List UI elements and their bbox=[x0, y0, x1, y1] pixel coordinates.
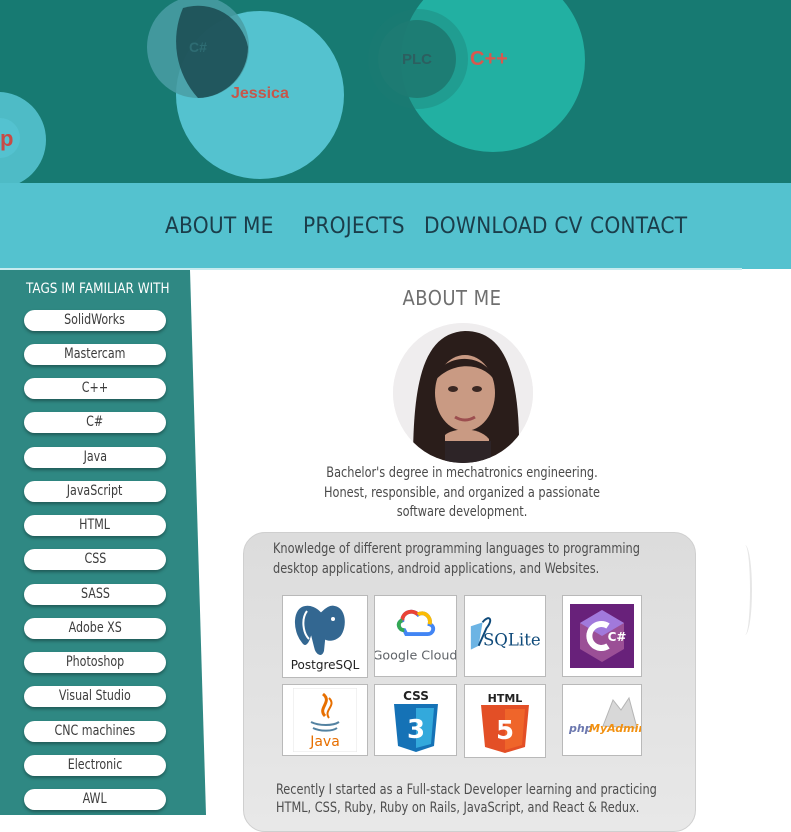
about-title: ABOUT ME bbox=[402, 286, 502, 310]
tag-mastercam[interactable]: Mastercam bbox=[24, 344, 166, 365]
hero-word-jessica: Jessica bbox=[231, 85, 289, 102]
tag-label: Electronic bbox=[67, 757, 123, 773]
tag-cnc-machines[interactable]: CNC machines bbox=[24, 721, 166, 742]
skills-card-footer: Recently I started as a Full-stack Devel… bbox=[276, 781, 696, 817]
html5-logo-number: 5 bbox=[496, 716, 514, 746]
hero-bubbles bbox=[0, 0, 585, 183]
tag-electronic[interactable]: Electronic bbox=[24, 755, 166, 776]
bio-line: Bachelor's degree in mechatronics engine… bbox=[326, 465, 598, 481]
bio-text: Bachelor's degree in mechatronics engine… bbox=[302, 464, 622, 523]
csharp-logo: C# bbox=[562, 595, 642, 677]
skills-card-text: Knowledge of different programming langu… bbox=[273, 539, 673, 579]
tag-label: AWL bbox=[82, 791, 108, 807]
tag-label: SolidWorks bbox=[64, 312, 126, 328]
hero-word-plc: PLC bbox=[402, 51, 432, 68]
postgresql-logo: PostgreSQL bbox=[282, 595, 368, 678]
tag-label: CNC machines bbox=[54, 723, 136, 739]
sqlite-logo-text: SQLite bbox=[483, 631, 541, 650]
java-logo-text: Java bbox=[309, 734, 340, 750]
nav-contact[interactable]: CONTACT bbox=[590, 212, 687, 242]
tag-label: Photoshop bbox=[65, 654, 125, 670]
tag-cpp[interactable]: C++ bbox=[24, 378, 166, 399]
css3-logo: CSS 3 bbox=[374, 684, 457, 756]
phpmyadmin-logo-admin: MyAdmin bbox=[589, 722, 641, 735]
tag-label: Java bbox=[83, 449, 107, 465]
sqlite-logo: SQLite bbox=[464, 595, 546, 677]
html5-logo-label: HTML bbox=[488, 692, 523, 705]
tag-html[interactable]: HTML bbox=[24, 515, 166, 536]
hero-word-csharp: C# bbox=[189, 39, 207, 55]
tag-visual-studio[interactable]: Visual Studio bbox=[24, 686, 166, 707]
tag-label: Mastercam bbox=[64, 346, 126, 362]
tag-label: JavaScript bbox=[67, 483, 123, 499]
tag-label: HTML bbox=[79, 517, 111, 533]
tag-javascript[interactable]: JavaScript bbox=[24, 481, 166, 502]
skills-footer-line: Recently I started as a Full-stack Devel… bbox=[276, 782, 657, 798]
tag-css[interactable]: CSS bbox=[24, 549, 166, 570]
tag-label: CSS bbox=[84, 551, 106, 567]
css3-logo-label: CSS bbox=[403, 689, 429, 703]
bio-line: software development. bbox=[396, 504, 528, 520]
skills-card-line: desktop applications, android applicatio… bbox=[273, 561, 600, 577]
navbar-divider bbox=[0, 268, 742, 270]
tag-sass[interactable]: SASS bbox=[24, 584, 166, 605]
skills-footer-line: HTML, CSS, Ruby, Ruby on Rails, JavaScri… bbox=[276, 800, 640, 816]
hero-word-cpp: C++ bbox=[470, 48, 508, 70]
nav-projects[interactable]: PROJECTS bbox=[303, 212, 405, 242]
tag-label: SASS bbox=[80, 586, 110, 602]
profile-photo bbox=[393, 323, 533, 463]
bio-line: Honest, responsible, and organized a pas… bbox=[324, 484, 600, 501]
nav-about-me[interactable]: ABOUT ME bbox=[165, 212, 274, 242]
css3-logo-number: 3 bbox=[406, 715, 424, 745]
phpmyadmin-logo: php MyAdmin bbox=[562, 684, 642, 756]
sidebar-title: TAGS IM FAMILIAR WITH bbox=[26, 281, 170, 297]
tag-adobe-xs[interactable]: Adobe XS bbox=[24, 618, 166, 639]
tag-solidworks[interactable]: SolidWorks bbox=[24, 310, 166, 331]
tag-label: Visual Studio bbox=[59, 688, 131, 704]
html5-logo: HTML 5 bbox=[464, 684, 546, 758]
hero-word-p: p bbox=[0, 126, 14, 151]
hero-banner: C# Jessica PLC C++ p bbox=[0, 0, 791, 183]
tag-label: C++ bbox=[81, 380, 109, 396]
google-cloud-logo: Google Cloud bbox=[374, 595, 457, 677]
skills-card-line: Knowledge of different programming langu… bbox=[273, 541, 640, 557]
tag-label: C# bbox=[86, 414, 104, 430]
tag-awl[interactable]: AWL bbox=[24, 789, 166, 810]
tag-photoshop[interactable]: Photoshop bbox=[24, 652, 166, 673]
tag-label: Adobe XS bbox=[68, 620, 122, 636]
postgresql-logo-text: PostgreSQL bbox=[291, 658, 360, 672]
nav-download-cv[interactable]: DOWNLOAD CV bbox=[424, 212, 583, 242]
java-logo: Java bbox=[282, 684, 368, 756]
decorative-arc bbox=[738, 545, 752, 635]
tag-java[interactable]: Java bbox=[24, 447, 166, 468]
google-cloud-logo-text: Google Cloud bbox=[375, 647, 456, 662]
csharp-logo-text: C# bbox=[608, 630, 627, 644]
tag-csharp[interactable]: C# bbox=[24, 412, 166, 433]
